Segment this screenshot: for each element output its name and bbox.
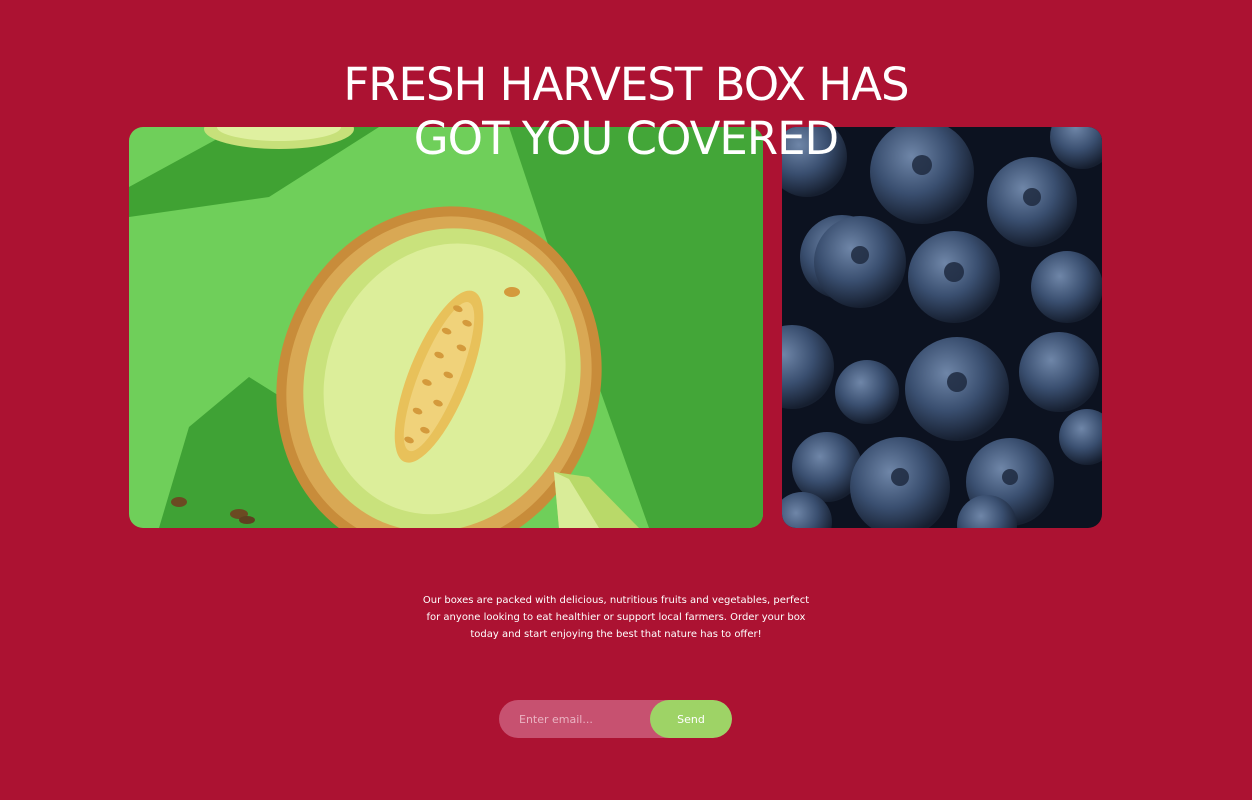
melon-image [129,127,763,528]
hero-headline: FRESH HARVEST BOX HAS GOT YOU COVERED [0,58,1252,166]
blueberries-illustration [782,127,1102,528]
email-signup-form: Send [499,700,732,738]
hero-headline-line-1: FRESH HARVEST BOX HAS [343,58,909,111]
page: FRESH HARVEST BOX HAS GOT YOU COVERED Ou… [0,0,1252,800]
blueberries-image [782,127,1102,528]
description-text: Our boxes are packed with delicious, nut… [422,595,810,640]
hero-headline-line-2: GOT YOU COVERED [413,112,839,165]
melon-illustration [129,127,763,528]
send-button[interactable]: Send [650,700,732,738]
email-input[interactable] [499,700,650,738]
